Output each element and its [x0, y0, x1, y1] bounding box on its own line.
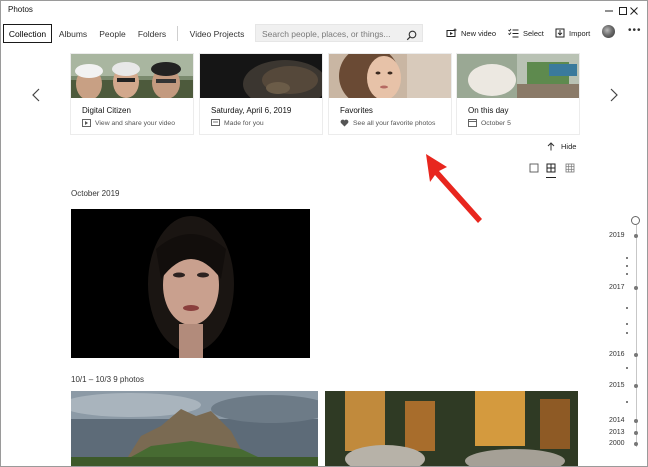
search-box[interactable]: Search people, places, or things... [255, 24, 423, 42]
timeline-track[interactable] [635, 225, 637, 447]
card-subtitle: October 5 [468, 119, 511, 127]
search-icon[interactable] [406, 28, 417, 46]
timeline-dot [634, 286, 638, 290]
app-title: Photos [8, 5, 33, 14]
timeline-tick [626, 307, 628, 309]
card-thumbnail [200, 54, 322, 98]
video-icon [82, 119, 91, 127]
card-title: Digital Citizen [82, 106, 131, 115]
timeline-year[interactable]: 2019 [609, 232, 625, 239]
new-video-label: New video [461, 28, 497, 38]
card-subtitle: Made for you [211, 119, 264, 127]
timeline-year[interactable]: 2013 [609, 429, 625, 436]
search-input[interactable]: Search people, places, or things... [262, 29, 391, 39]
select-label: Select [523, 28, 544, 38]
import-button[interactable]: Import [555, 26, 590, 40]
card-saturday[interactable]: Saturday, April 6, 2019 Made for you [200, 54, 322, 134]
view-small-icon[interactable] [564, 162, 576, 174]
annotation-arrow [426, 154, 482, 223]
timeline-tick [626, 323, 628, 325]
more-icon[interactable]: ••• [628, 26, 642, 36]
close-button[interactable] [619, 1, 647, 20]
timeline-tick [626, 257, 628, 259]
new-video-icon [446, 28, 457, 38]
view-large-icon[interactable] [528, 162, 540, 174]
timeline-year[interactable]: 2015 [609, 382, 625, 389]
tab-video-projects[interactable]: Video Projects [187, 24, 247, 43]
tab-albums[interactable]: Albums [56, 24, 90, 43]
card-title: On this day [468, 106, 509, 115]
hide-label: Hide [561, 142, 577, 151]
timeline-year[interactable]: 2000 [609, 440, 625, 447]
select-icon [508, 28, 519, 38]
tab-collection[interactable]: Collection [3, 24, 52, 43]
timeline-dot [634, 353, 638, 357]
import-label: Import [569, 28, 591, 38]
card-title: Favorites [340, 106, 373, 115]
photo-landscape-1[interactable] [71, 391, 318, 466]
card-subtitle: View and share your video [82, 119, 175, 127]
timeline-dot [634, 419, 638, 423]
photo-portrait[interactable] [71, 209, 310, 358]
timeline-year[interactable]: 2016 [609, 351, 625, 358]
section-date-label: October 2019 [71, 189, 120, 198]
timeline-dot [634, 431, 638, 435]
toolbar: Collection Albums People Folders Video P… [1, 20, 647, 47]
slideshow-icon [211, 119, 220, 127]
card-subtitle: See all your favorite photos [340, 119, 435, 127]
card-thumbnail [329, 54, 451, 98]
card-favorites[interactable]: Favorites See all your favorite photos [329, 54, 451, 134]
title-bar: Photos [1, 1, 647, 20]
new-video-button[interactable]: New video [446, 26, 496, 40]
timeline-tick [626, 332, 628, 334]
timeline-dot [634, 234, 638, 238]
close-icon [630, 6, 638, 15]
card-title: Saturday, April 6, 2019 [211, 106, 292, 115]
timeline-tick [626, 273, 628, 275]
view-medium-icon[interactable] [545, 162, 557, 178]
photo-landscape-2[interactable] [325, 391, 578, 466]
timeline-dot [634, 442, 638, 446]
card-thumbnail [457, 54, 579, 98]
tab-folders[interactable]: Folders [135, 24, 169, 43]
tab-people[interactable]: People [96, 24, 129, 43]
timeline-dot [634, 384, 638, 388]
card-on-this-day[interactable]: On this day October 5 [457, 54, 579, 134]
import-icon [555, 28, 565, 38]
chevron-right-icon[interactable] [608, 87, 620, 103]
avatar[interactable] [602, 25, 615, 38]
card-digital-citizen[interactable]: Digital Citizen View and share your vide… [71, 54, 193, 134]
timeline-tick [626, 265, 628, 267]
section-range-label: 10/1 – 10/3 9 photos [71, 375, 144, 384]
timeline-year[interactable]: 2017 [609, 284, 625, 291]
toolbar-divider [177, 26, 178, 41]
card-thumbnail [71, 54, 193, 98]
timeline-year[interactable]: 2014 [609, 417, 625, 424]
timeline-tick [626, 367, 628, 369]
heart-icon [340, 119, 349, 127]
calendar-icon [468, 119, 477, 127]
photos-window: Photos Collection Albums People Folders … [0, 0, 648, 467]
select-button[interactable]: Select [508, 26, 544, 40]
timeline-tick [626, 401, 628, 403]
hide-button[interactable]: Hide [547, 142, 576, 151]
chevron-left-icon[interactable] [30, 87, 42, 103]
timeline-current-marker[interactable] [631, 216, 640, 225]
hide-arrow-icon [547, 142, 555, 151]
